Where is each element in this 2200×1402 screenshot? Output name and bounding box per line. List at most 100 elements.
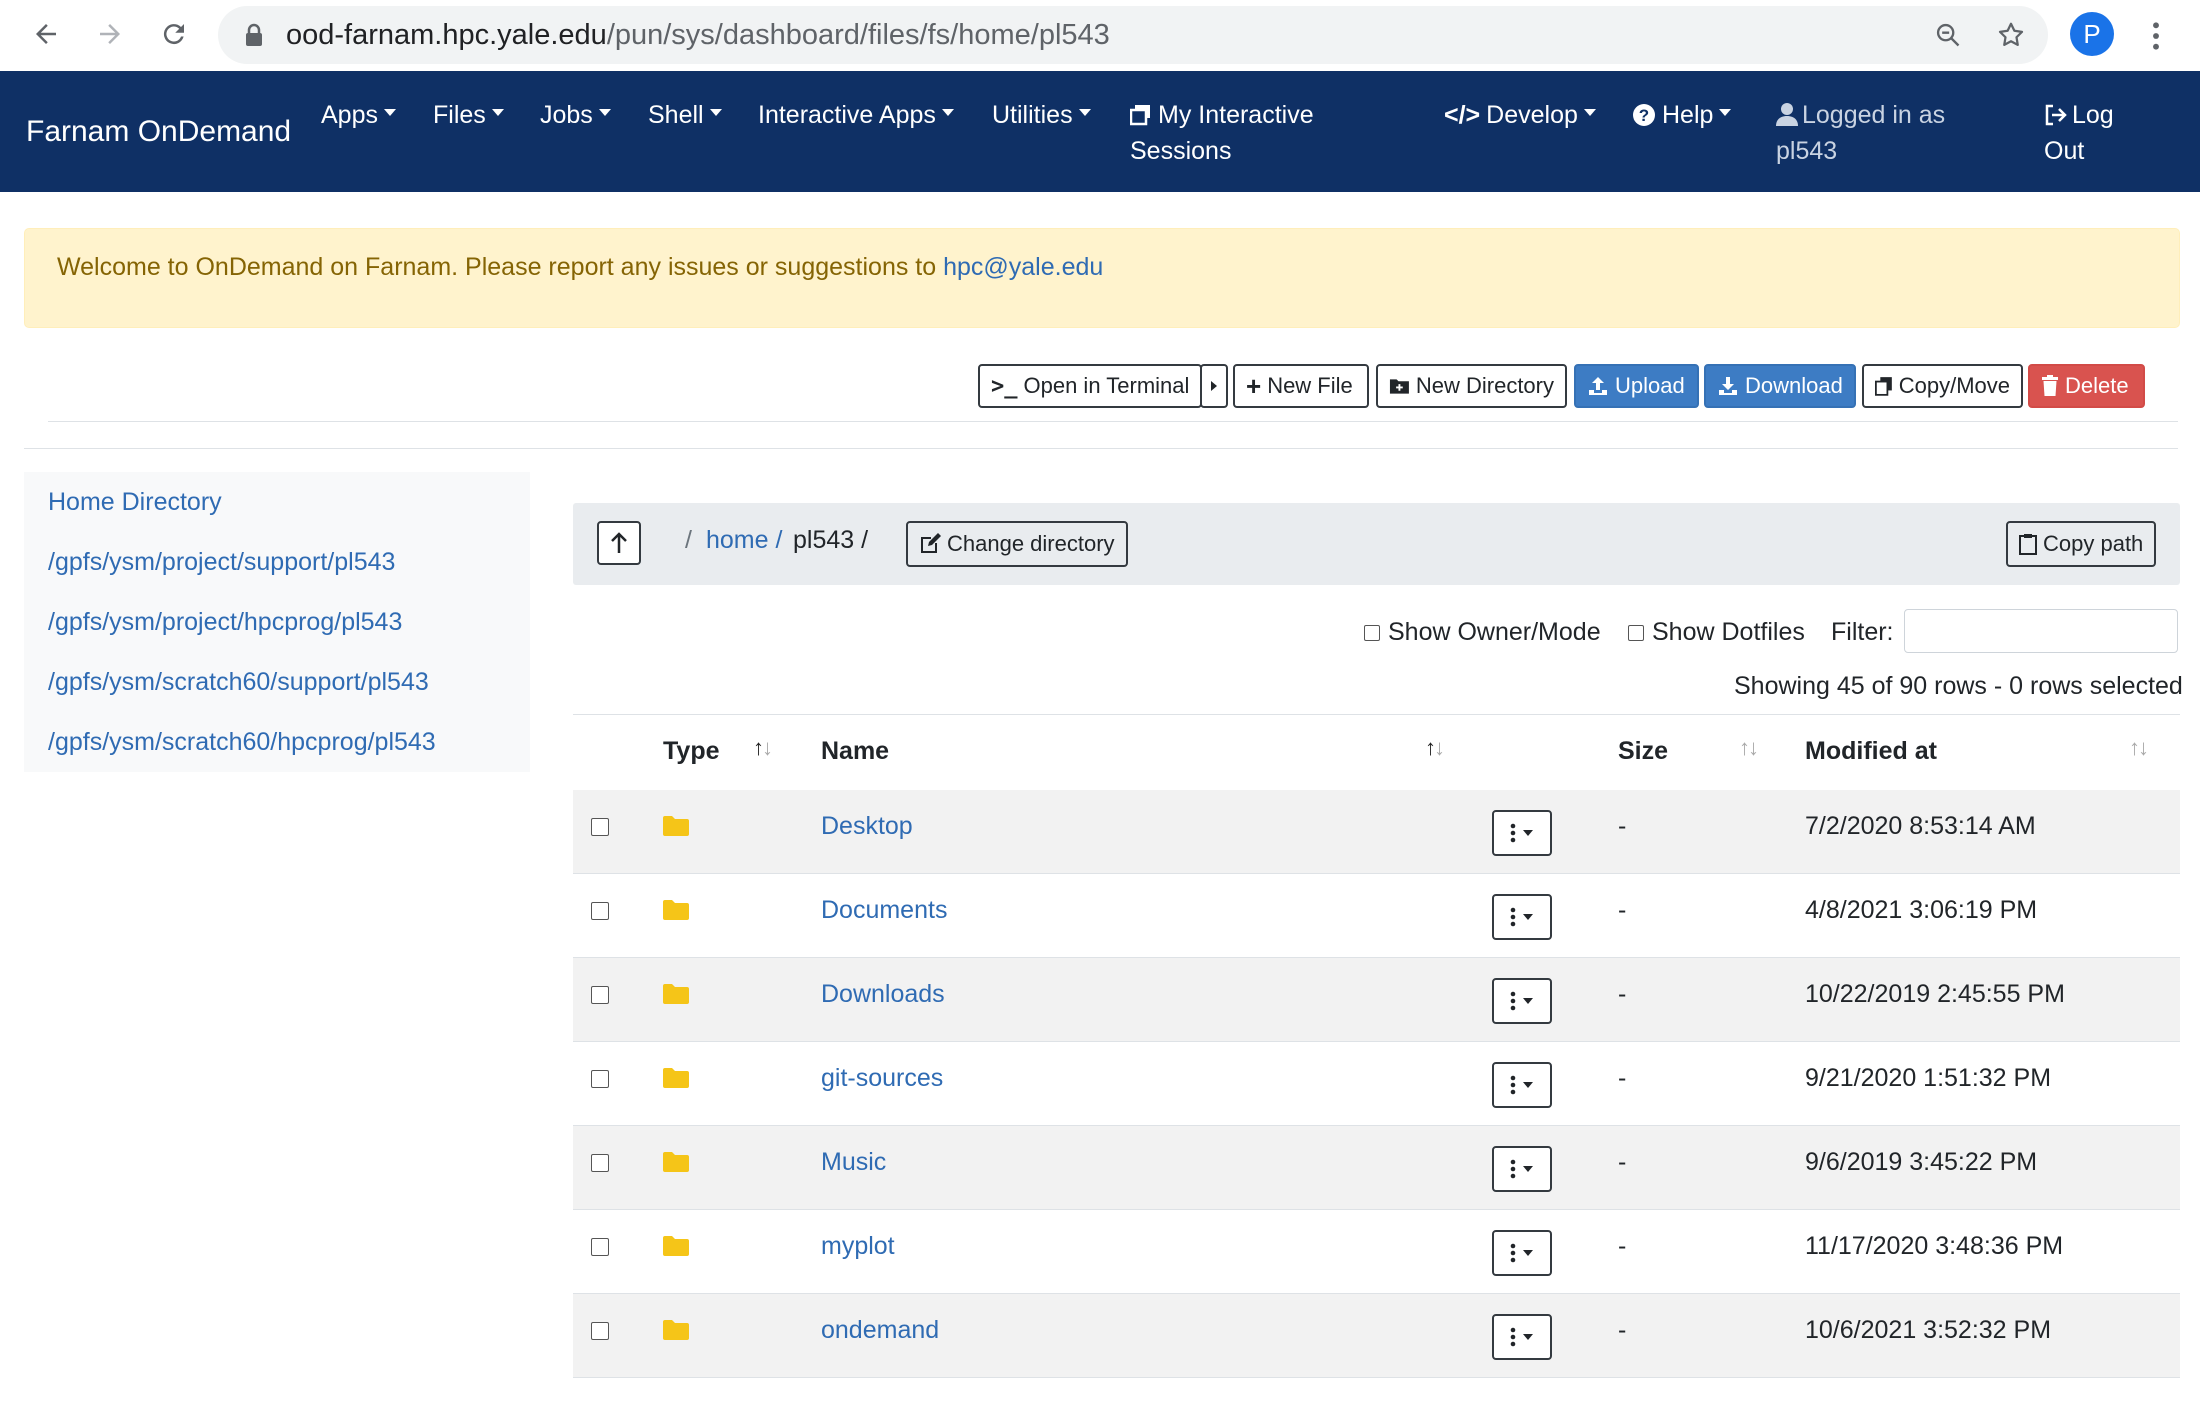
caret-down-icon [1078, 108, 1091, 116]
table-row[interactable]: Documents - 4/8/2021 3:06:19 PM [573, 874, 2180, 958]
open-in-terminal-button[interactable]: >_ Open in Terminal [978, 364, 1202, 408]
logged-in-label-2: pl543 [1776, 137, 1838, 165]
terminal-dropdown-toggle[interactable] [1200, 364, 1228, 408]
sign-out-icon [2045, 104, 2067, 126]
profile-avatar[interactable]: P [2070, 12, 2114, 56]
caret-down-icon [1523, 1334, 1533, 1340]
row-actions-button[interactable] [1492, 1062, 1552, 1108]
nav-utilities[interactable]: Utilities [992, 97, 1091, 133]
file-name-link[interactable]: git-sources [821, 1064, 943, 1093]
browser-menu-icon[interactable] [2148, 20, 2164, 52]
row-checkbox[interactable] [591, 1238, 609, 1256]
nav-shell[interactable]: Shell [648, 97, 722, 133]
show-owner-mode-option[interactable]: Show Owner/Mode [1364, 618, 1601, 647]
table-row[interactable]: Downloads - 10/22/2019 2:45:55 PM [573, 958, 2180, 1042]
row-actions-button[interactable] [1492, 978, 1552, 1024]
show-dotfiles-checkbox[interactable] [1628, 624, 1644, 641]
address-bar[interactable]: ood-farnam.hpc.yale.edu/pun/sys/dashboar… [218, 6, 2048, 64]
row-actions-button[interactable] [1492, 1230, 1552, 1276]
column-type[interactable]: Type [663, 737, 720, 766]
download-button[interactable]: Download [1704, 364, 1856, 408]
row-actions-button[interactable] [1492, 894, 1552, 940]
logout-label-1: Log [2072, 101, 2114, 129]
nav-develop[interactable]: </> Develop [1444, 97, 1596, 133]
nav-help[interactable]: ? Help [1632, 97, 1732, 133]
reload-button[interactable] [154, 14, 194, 54]
table-row[interactable]: ondemand - 10/6/2021 3:52:32 PM [573, 1294, 2180, 1378]
zoom-icon[interactable] [1934, 21, 1962, 49]
breadcrumb-root[interactable]: / [685, 526, 692, 555]
row-actions-button[interactable] [1492, 810, 1552, 856]
question-circle-icon: ? [1633, 104, 1655, 126]
row-actions-button[interactable] [1492, 1314, 1552, 1360]
row-checkbox[interactable] [591, 902, 609, 920]
row-checkbox[interactable] [591, 986, 609, 1004]
folder-icon [663, 1152, 689, 1172]
table-row[interactable]: Music - 9/6/2019 3:45:22 PM [573, 1126, 2180, 1210]
file-name-link[interactable]: Downloads [821, 980, 945, 1009]
column-modified[interactable]: Modified at [1805, 737, 1937, 766]
breadcrumb-home[interactable]: home / [706, 526, 782, 555]
filter-input[interactable] [1904, 609, 2178, 653]
row-checkbox[interactable] [591, 1070, 609, 1088]
sort-name-icon[interactable]: ↑↓ [1425, 735, 1445, 761]
table-row[interactable]: git-sources - 9/21/2020 1:51:32 PM [573, 1042, 2180, 1126]
row-actions-button[interactable] [1492, 1146, 1552, 1192]
support-email-link[interactable]: hpc@yale.edu [943, 253, 1103, 281]
table-row[interactable]: myplot - 11/17/2020 3:48:36 PM [573, 1210, 2180, 1294]
file-name-link[interactable]: Desktop [821, 812, 913, 841]
code-icon: </> [1444, 101, 1481, 129]
nav-my-interactive-sessions[interactable]: My Interactive Sessions [1129, 97, 1314, 169]
nav-interactive-apps[interactable]: Interactive Apps [758, 97, 954, 133]
file-name-link[interactable]: ondemand [821, 1316, 939, 1345]
show-owner-mode-checkbox[interactable] [1364, 624, 1380, 641]
table-row[interactable]: Desktop - 7/2/2020 8:53:14 AM [573, 790, 2180, 874]
file-name-link[interactable]: Music [821, 1148, 886, 1177]
file-name-link[interactable]: Documents [821, 896, 947, 925]
nav-apps[interactable]: Apps [321, 97, 396, 133]
folder-icon [663, 900, 689, 920]
sort-modified-icon[interactable]: ↑↓ [2129, 735, 2149, 761]
favorite-scratch60-hpcprog[interactable]: /gpfs/ysm/scratch60/hpcprog/pl543 [48, 728, 436, 757]
change-directory-button[interactable]: Change directory [906, 521, 1128, 567]
file-modified: 10/22/2019 2:45:55 PM [1805, 980, 2065, 1008]
show-dotfiles-option[interactable]: Show Dotfiles [1628, 618, 1805, 647]
favorite-scratch60-support[interactable]: /gpfs/ysm/scratch60/support/pl543 [48, 668, 429, 697]
column-size[interactable]: Size [1618, 737, 1668, 766]
new-file-button[interactable]: + New File [1233, 364, 1369, 408]
caret-down-icon [1523, 914, 1533, 920]
row-checkbox[interactable] [591, 1154, 609, 1172]
row-checkbox[interactable] [591, 1322, 609, 1340]
back-button[interactable] [26, 14, 66, 54]
nav-shell-label: Shell [648, 101, 704, 129]
favorite-project-hpcprog[interactable]: /gpfs/ysm/project/hpcprog/pl543 [48, 608, 402, 637]
favorite-home-directory[interactable]: Home Directory [48, 488, 222, 517]
row-checkbox[interactable] [591, 818, 609, 836]
sort-type-icon[interactable]: ↑↓ [753, 735, 773, 761]
nav-jobs[interactable]: Jobs [540, 97, 611, 133]
welcome-alert: Welcome to OnDemand on Farnam. Please re… [24, 228, 2180, 328]
upload-button[interactable]: Upload [1574, 364, 1699, 408]
brand-link[interactable]: Farnam OnDemand [26, 115, 291, 149]
bookmark-star-icon[interactable] [1996, 20, 2026, 50]
file-modified: 9/6/2019 3:45:22 PM [1805, 1148, 2038, 1176]
sessions-icon [1129, 105, 1150, 126]
favorite-project-support[interactable]: /gpfs/ysm/project/support/pl543 [48, 548, 395, 577]
ellipsis-vertical-icon [1510, 991, 1516, 1011]
nav-logged-in[interactable]: Logged in as pl543 [1776, 97, 1945, 169]
sort-size-icon[interactable]: ↑↓ [1739, 735, 1759, 761]
caret-down-icon [598, 108, 611, 116]
new-file-label: New File [1267, 373, 1353, 398]
file-name-link[interactable]: myplot [821, 1232, 895, 1261]
lock-icon [246, 23, 262, 46]
nav-logout[interactable]: Log Out [2044, 97, 2114, 169]
column-name[interactable]: Name [821, 737, 889, 766]
new-directory-button[interactable]: New Directory [1376, 364, 1567, 408]
copy-move-button[interactable]: Copy/Move [1862, 364, 2023, 408]
forward-button[interactable] [90, 14, 130, 54]
delete-button[interactable]: Delete [2028, 364, 2145, 408]
copy-path-button[interactable]: Copy path [2006, 521, 2157, 567]
nav-files[interactable]: Files [433, 97, 504, 133]
sessions-label-2: Sessions [1130, 137, 1232, 165]
parent-directory-button[interactable] [597, 521, 641, 565]
